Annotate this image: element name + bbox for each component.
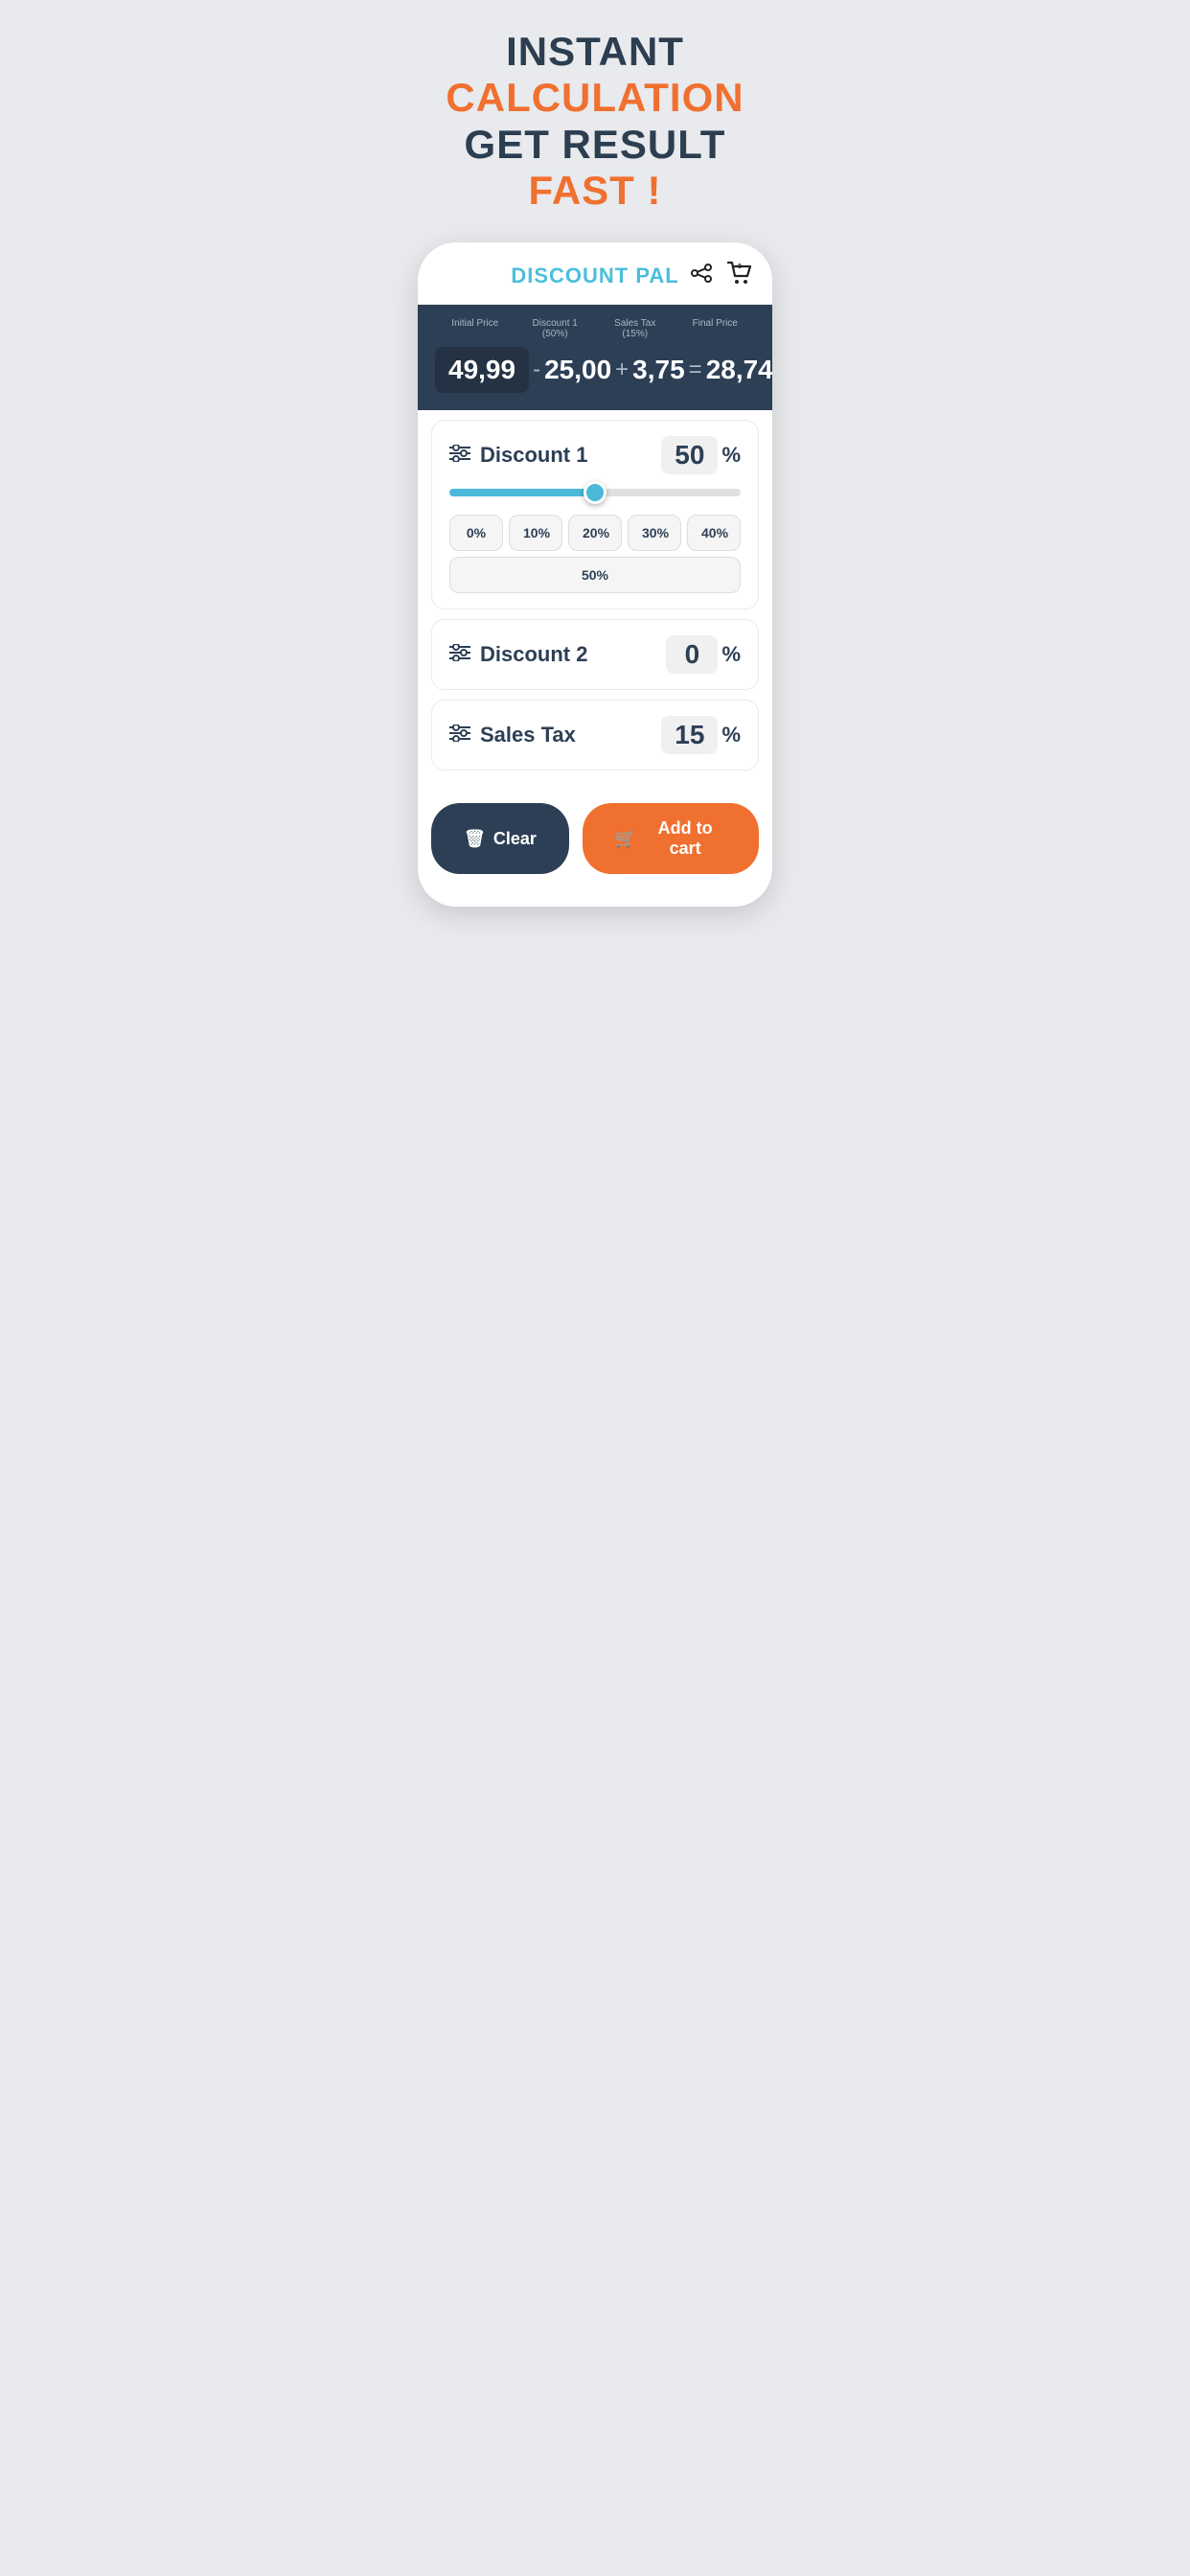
sales-tax-title: Sales Tax	[480, 723, 576, 748]
discount2-percent: %	[721, 642, 741, 667]
discount1-percent: %	[721, 443, 741, 468]
discount2-value-box: 0 %	[666, 635, 741, 674]
discount2-title: Discount 2	[480, 642, 587, 667]
cart-icon[interactable]: 0	[726, 261, 753, 292]
discount1-header: Discount 1 50 %	[449, 436, 741, 474]
app-header: DISCOUNT PAL 0	[418, 242, 772, 305]
add-to-cart-label: Add to cart	[644, 818, 726, 859]
phone-mockup: DISCOUNT PAL 0	[418, 242, 772, 907]
discount2-value: 0	[666, 635, 718, 674]
clear-button[interactable]: 🗑 Clear	[431, 803, 569, 874]
discount2-header: Discount 2 0 %	[449, 635, 741, 674]
preset-btn-0[interactable]: 0%	[449, 515, 503, 551]
add-cart-icon: 🛒	[615, 829, 636, 849]
discount2-sliders-icon	[449, 644, 470, 666]
discount1-value: 25,00	[544, 355, 611, 385]
sales-tax-header: Sales Tax 15 %	[449, 716, 741, 754]
header-line2: GET RESULT FAST !	[416, 122, 774, 215]
initial-price-label: Initial Price	[435, 318, 515, 339]
operator-plus: +	[611, 356, 632, 383]
sales-tax-value: 3,75	[632, 355, 685, 385]
header-line2-part1: GET RESULT	[465, 122, 726, 167]
final-price-value: 28,74	[706, 355, 772, 385]
sales-tax-value: 15	[661, 716, 718, 754]
discount1-label: Discount 1 (50%)	[515, 318, 596, 339]
summary-bar: Initial Price Discount 1 (50%) Sales Tax…	[418, 305, 772, 410]
sales-tax-percent: %	[721, 723, 741, 748]
app-title: DISCOUNT PAL	[511, 264, 678, 288]
sales-tax-title-left: Sales Tax	[449, 723, 576, 748]
discount1-value: 50	[661, 436, 718, 474]
discount1-slider-container	[449, 484, 741, 501]
summary-labels: Initial Price Discount 1 (50%) Sales Tax…	[435, 318, 755, 339]
clear-label: Clear	[493, 829, 537, 849]
discount2-title-left: Discount 2	[449, 642, 587, 667]
summary-values: 49,99 - 25,00 + 3,75 = 28,74	[435, 347, 755, 393]
discount1-value-box: 50 %	[661, 436, 741, 474]
preset-btn-30[interactable]: 30%	[628, 515, 681, 551]
sales-tax-card: Sales Tax 15 %	[431, 700, 759, 770]
clear-icon: 🗑	[464, 829, 486, 849]
discount1-title-left: Discount 1	[449, 443, 587, 468]
app-header-icons: 0	[690, 261, 753, 292]
operator-equals: =	[685, 356, 706, 383]
preset-btn-50[interactable]: 50%	[449, 557, 741, 593]
preset-btn-40[interactable]: 40%	[687, 515, 741, 551]
operator-minus: -	[529, 356, 544, 383]
discount2-card: Discount 2 0 %	[431, 619, 759, 690]
header-line1-part2: CALCULATION	[446, 75, 744, 120]
bottom-buttons: 🗑 Clear 🛒 Add to cart	[418, 790, 772, 878]
page-wrapper: INSTANT CALCULATION GET RESULT FAST ! DI…	[397, 0, 793, 916]
header-line2-part2: FAST !	[529, 168, 662, 213]
sales-tax-label: Sales Tax (15%)	[595, 318, 675, 339]
discount1-title: Discount 1	[480, 443, 587, 468]
svg-text:0: 0	[738, 264, 742, 270]
share-icon[interactable]	[690, 264, 713, 288]
controls-area: Discount 1 50 % 0% 10% 20% 30%	[418, 410, 772, 790]
final-price-label: Final Price	[675, 318, 756, 339]
discount1-presets: 0% 10% 20% 30% 40% 50%	[449, 515, 741, 593]
discount1-card: Discount 1 50 % 0% 10% 20% 30%	[431, 420, 759, 610]
header-banner: INSTANT CALCULATION GET RESULT FAST !	[397, 0, 793, 233]
discount1-slider[interactable]	[449, 489, 741, 496]
discount1-sliders-icon	[449, 445, 470, 467]
preset-btn-10[interactable]: 10%	[509, 515, 562, 551]
header-line1-part1: INSTANT	[506, 29, 684, 74]
preset-btn-20[interactable]: 20%	[568, 515, 622, 551]
header-line1: INSTANT CALCULATION	[416, 29, 774, 122]
initial-price-value: 49,99	[435, 347, 529, 393]
sales-tax-value-box: 15 %	[661, 716, 741, 754]
sales-tax-sliders-icon	[449, 724, 470, 747]
add-to-cart-button[interactable]: 🛒 Add to cart	[583, 803, 759, 874]
